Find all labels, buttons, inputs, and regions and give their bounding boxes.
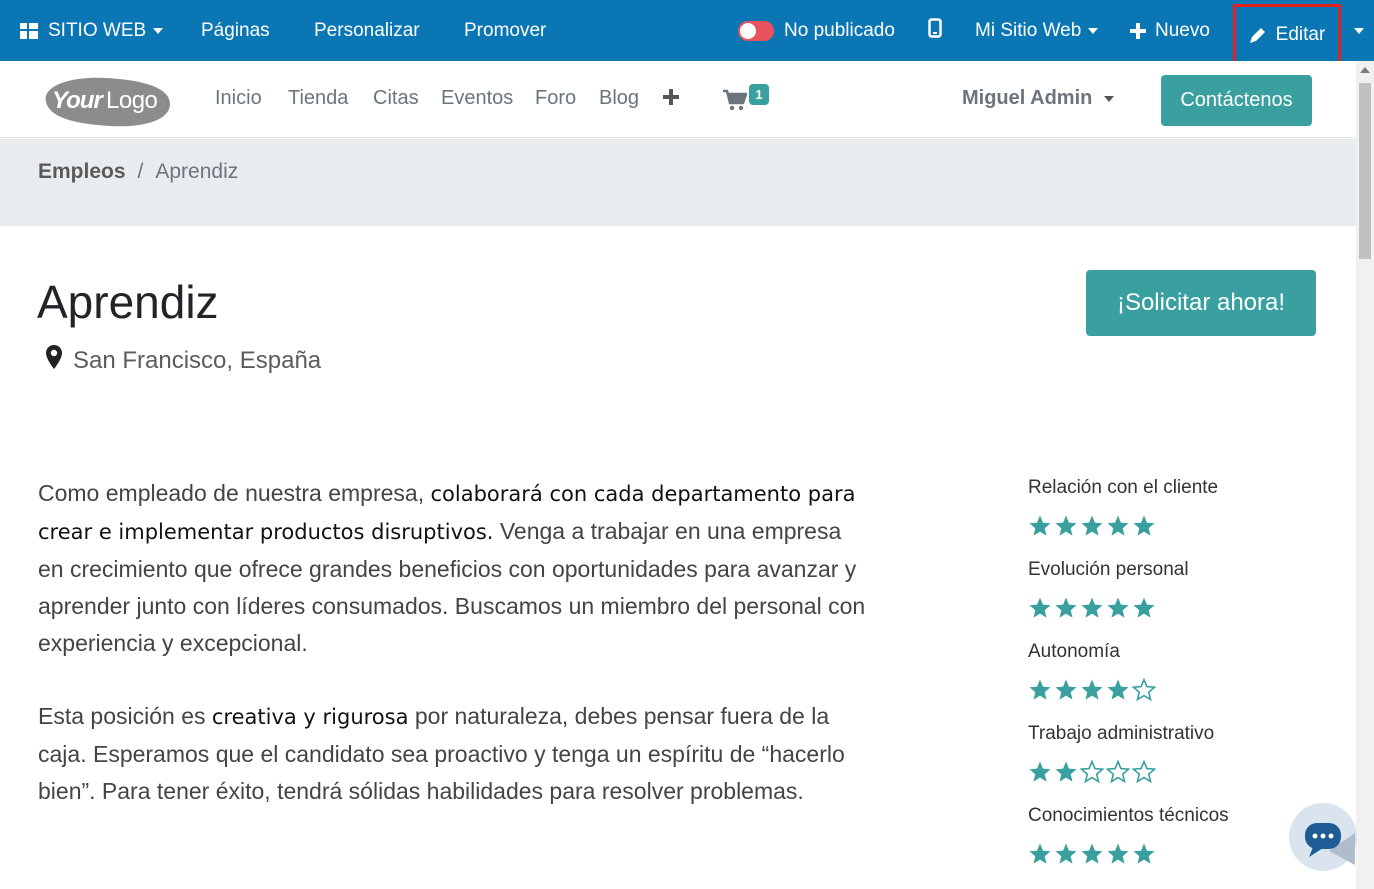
new-button-label: Nuevo bbox=[1155, 19, 1210, 41]
mobile-icon bbox=[928, 17, 942, 44]
star-filled-icon bbox=[1081, 515, 1103, 536]
add-menu-item-icon[interactable] bbox=[661, 87, 681, 107]
publish-status-label: No publicado bbox=[784, 19, 895, 41]
chat-icon bbox=[1289, 803, 1357, 876]
breadcrumb-link-jobs[interactable]: Empleos bbox=[38, 160, 126, 184]
toggle-switch[interactable] bbox=[738, 20, 774, 41]
mobile-preview-button[interactable] bbox=[928, 0, 942, 61]
nav-link-citas[interactable]: Citas bbox=[373, 87, 419, 110]
user-menu[interactable]: Miguel Admin bbox=[962, 87, 1115, 110]
apps-menu-label: SITIO WEB bbox=[48, 19, 147, 41]
apply-now-button[interactable]: ¡Solicitar ahora! bbox=[1086, 270, 1316, 336]
emphasis-text: creativa y rigurosa bbox=[211, 705, 409, 729]
website-apps-menu[interactable]: SITIO WEB bbox=[20, 0, 164, 61]
rating-stars bbox=[1028, 674, 1328, 716]
star-filled-icon bbox=[1133, 597, 1155, 618]
promote-menu[interactable]: Promover bbox=[464, 0, 546, 61]
chevron-down-icon bbox=[153, 27, 164, 34]
pencil-icon bbox=[1249, 26, 1267, 44]
chevron-down-icon bbox=[1354, 27, 1364, 34]
star-filled-icon bbox=[1029, 843, 1051, 864]
rating-label: Evolución personal bbox=[1028, 559, 1189, 580]
star-filled-icon bbox=[1081, 843, 1103, 864]
publish-toggle[interactable]: No publicado bbox=[738, 0, 895, 61]
star-filled-icon bbox=[1133, 843, 1155, 864]
star-empty-icon bbox=[1106, 760, 1130, 784]
edit-options-dropdown[interactable] bbox=[1350, 0, 1368, 61]
scroll-up-arrow[interactable] bbox=[1360, 67, 1370, 73]
nav-link-inicio[interactable]: Inicio bbox=[215, 87, 262, 110]
rating-stars bbox=[1028, 756, 1328, 798]
chevron-down-icon bbox=[1088, 27, 1099, 34]
user-name: Miguel Admin bbox=[962, 87, 1093, 109]
chevron-down-icon bbox=[1104, 95, 1115, 102]
text-run: Como empleado de nuestra empresa, bbox=[38, 480, 431, 506]
star-filled-icon bbox=[1107, 679, 1129, 700]
star-filled-icon bbox=[1029, 761, 1051, 782]
svg-text:Your: Your bbox=[52, 87, 104, 114]
rating-stars bbox=[1028, 592, 1328, 634]
rating-label: Trabajo administrativo bbox=[1028, 723, 1215, 744]
toggle-knob bbox=[740, 22, 756, 39]
breadcrumb-separator: / bbox=[137, 160, 144, 183]
site-header: Your Logo Inicio Tienda Citas Eventos Fo… bbox=[0, 61, 1356, 138]
star-filled-icon bbox=[1029, 679, 1051, 700]
star-filled-icon bbox=[1081, 679, 1103, 700]
star-empty-icon bbox=[1132, 678, 1156, 702]
job-description-paragraph: Esta posición es creativa y rigurosa por… bbox=[38, 698, 868, 810]
star-filled-icon bbox=[1081, 597, 1103, 618]
star-filled-icon bbox=[1055, 679, 1077, 700]
scrollbar-thumb[interactable] bbox=[1359, 83, 1371, 259]
nav-link-blog[interactable]: Blog bbox=[599, 87, 639, 110]
rating-label: Autonomía bbox=[1028, 641, 1120, 662]
rating-label: Relación con el cliente bbox=[1028, 477, 1219, 498]
rating-stars bbox=[1028, 838, 1328, 880]
job-location-text: San Francisco, España bbox=[73, 346, 322, 374]
star-empty-icon bbox=[1080, 760, 1104, 784]
job-description-paragraph: Como empleado de nuestra empresa, colabo… bbox=[38, 475, 868, 662]
plus-icon bbox=[1130, 22, 1146, 39]
customize-menu[interactable]: Personalizar bbox=[314, 0, 420, 61]
star-filled-icon bbox=[1055, 761, 1077, 782]
cart-count-badge: 1 bbox=[749, 84, 769, 105]
star-filled-icon bbox=[1029, 597, 1051, 618]
nav-link-foro[interactable]: Foro bbox=[535, 87, 576, 110]
star-filled-icon bbox=[1055, 515, 1077, 536]
rating-stars bbox=[1028, 510, 1328, 552]
new-content-button[interactable]: Nuevo bbox=[1130, 0, 1210, 61]
svg-text:Logo: Logo bbox=[106, 87, 158, 114]
website-switcher[interactable]: Mi Sitio Web bbox=[975, 0, 1099, 61]
breadcrumb-band: Empleos / Aprendiz bbox=[0, 139, 1356, 226]
admin-bar: SITIO WEB Páginas Personalizar Promover … bbox=[0, 0, 1374, 65]
website-switcher-label: Mi Sitio Web bbox=[975, 19, 1082, 41]
rating-label: Conocimientos técnicos bbox=[1028, 805, 1229, 826]
star-empty-icon bbox=[1132, 760, 1156, 784]
nav-link-eventos[interactable]: Eventos bbox=[441, 87, 513, 110]
breadcrumb-current: Aprendiz bbox=[155, 160, 239, 183]
star-filled-icon bbox=[1055, 843, 1077, 864]
site-logo[interactable]: Your Logo bbox=[40, 72, 172, 128]
edit-button[interactable]: Editar bbox=[1233, 4, 1341, 65]
live-chat-button[interactable] bbox=[1289, 803, 1357, 871]
star-filled-icon bbox=[1133, 515, 1155, 536]
job-location: San Francisco, España bbox=[45, 344, 321, 377]
breadcrumb: Empleos / Aprendiz bbox=[38, 160, 238, 184]
cart-link[interactable]: 1 bbox=[723, 83, 773, 113]
apps-icon bbox=[20, 22, 38, 39]
map-marker-icon bbox=[45, 344, 63, 377]
star-filled-icon bbox=[1055, 597, 1077, 618]
cart-icon bbox=[723, 89, 748, 116]
page-scrollbar[interactable] bbox=[1356, 61, 1374, 889]
text-run: Esta posición es bbox=[38, 703, 212, 729]
job-title: Aprendiz bbox=[37, 276, 219, 328]
nav-link-tienda[interactable]: Tienda bbox=[288, 87, 348, 110]
edit-button-label: Editar bbox=[1275, 23, 1326, 45]
star-filled-icon bbox=[1107, 515, 1129, 536]
job-ratings: Relación con el cliente Evolución persona… bbox=[1028, 470, 1328, 880]
star-filled-icon bbox=[1107, 843, 1129, 864]
star-filled-icon bbox=[1029, 515, 1051, 536]
contact-us-button[interactable]: Contáctenos bbox=[1161, 75, 1312, 126]
star-filled-icon bbox=[1107, 597, 1129, 618]
pages-menu[interactable]: Páginas bbox=[201, 0, 270, 61]
